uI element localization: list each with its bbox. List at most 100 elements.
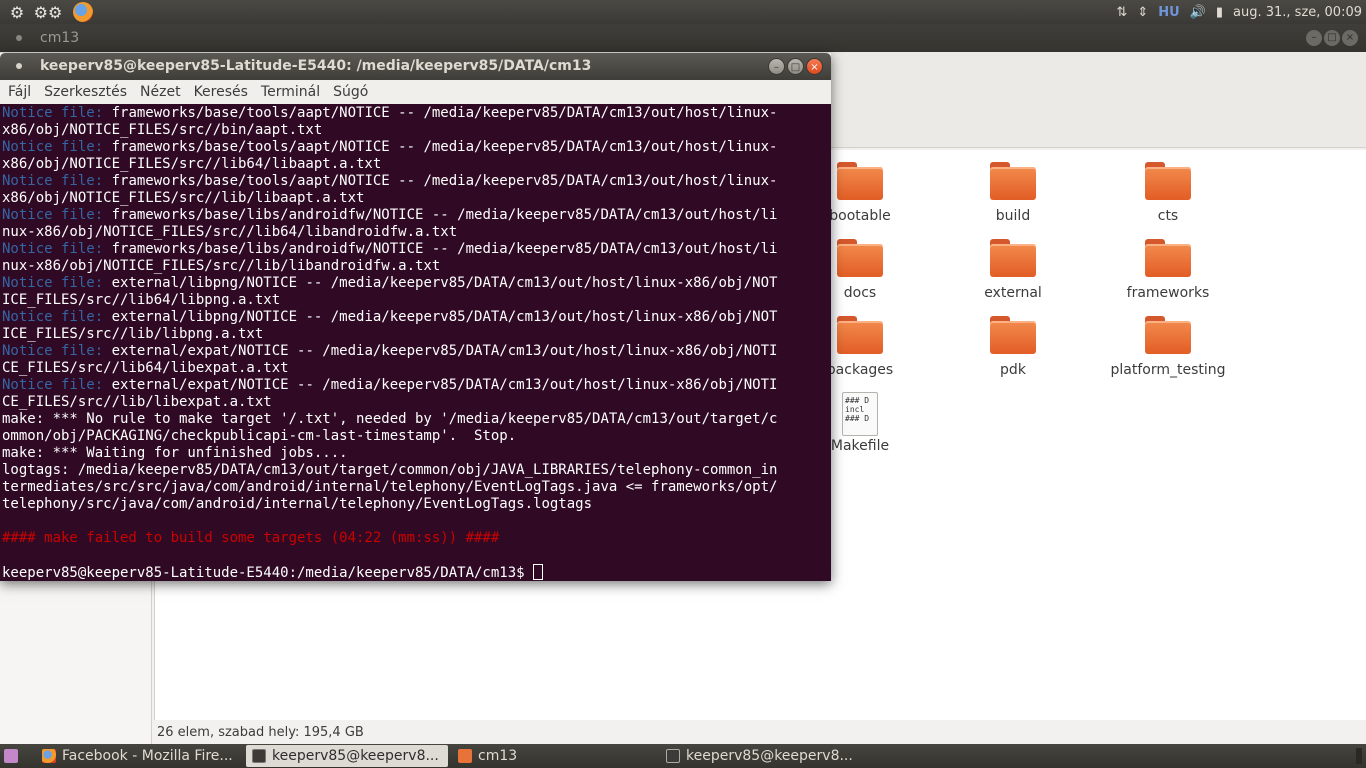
terminal-line: Notice file: frameworks/base/libs/androi…	[2, 207, 831, 224]
terminal-line: nux-x86/obj/NOTICE_FILES/src//lib/liband…	[2, 258, 831, 275]
task-label: cm13	[478, 748, 518, 764]
window-indicator-icon	[16, 35, 22, 41]
terminal-titlebar[interactable]: keeperv85@keeperv85-Latitude-E5440: /med…	[0, 53, 831, 80]
file-manager-title: cm13	[40, 30, 80, 46]
battery-icon[interactable]: ▮	[1216, 5, 1223, 20]
terminal-maximize-button[interactable]: □	[787, 58, 804, 75]
folder-icon	[1145, 239, 1191, 277]
ubuntu-menu-icon[interactable]: ⚙	[2, 0, 32, 24]
file-manager-status: 26 elem, szabad hely: 195,4 GB	[157, 725, 364, 740]
menu-terminal[interactable]: Terminál	[261, 84, 320, 100]
line-text: termediates/src/src/java/com/android/int…	[2, 479, 778, 495]
line-text: ICE_FILES/src//lib64/libpng.a.txt	[2, 292, 281, 308]
text-file-icon: ### D incl ### D	[842, 392, 878, 436]
terminal-line: logtags: /media/keeperv85/DATA/cm13/out/…	[2, 462, 831, 479]
menu-search[interactable]: Keresés	[194, 84, 248, 100]
task-firefox[interactable]: Facebook - Mozilla Fire...	[36, 745, 238, 767]
window-indicator-icon	[16, 63, 22, 69]
terminal-line: ommon/obj/PACKAGING/checkpublicapi-cm-la…	[2, 428, 831, 445]
line-text: frameworks/base/tools/aapt/NOTICE -- /me…	[103, 105, 778, 121]
line-text: frameworks/base/tools/aapt/NOTICE -- /me…	[103, 173, 778, 189]
folder-cts[interactable]: cts	[1093, 162, 1243, 236]
folder-icon	[837, 239, 883, 277]
notice-prefix: Notice file:	[2, 139, 104, 155]
fm-maximize-button[interactable]: □	[1324, 30, 1340, 46]
terminal-line: ICE_FILES/src//lib/libpng.a.txt	[2, 326, 831, 343]
terminal-line: Notice file: external/expat/NOTICE -- /m…	[2, 343, 831, 360]
line-text: CE_FILES/src//lib/libexpat.a.txt	[2, 394, 272, 410]
sound-icon[interactable]: 🔊	[1190, 5, 1206, 20]
line-text: telephony/src/java/com/android/internal/…	[2, 496, 593, 512]
menu-view[interactable]: Nézet	[140, 84, 181, 100]
line-text: frameworks/base/libs/androidfw/NOTICE --…	[103, 241, 778, 257]
settings-gear-icon[interactable]: ⚙⚙	[33, 0, 63, 24]
fm-minimize-button[interactable]: –	[1306, 30, 1322, 46]
folder-icon	[837, 316, 883, 354]
terminal-line: #### make failed to build some targets (…	[2, 530, 831, 547]
terminal-line: Notice file: external/expat/NOTICE -- /m…	[2, 377, 831, 394]
notice-prefix: Notice file:	[2, 173, 104, 189]
line-text: external/expat/NOTICE -- /media/keeperv8…	[103, 343, 778, 359]
keyboard-layout-indicator[interactable]: HU	[1158, 5, 1179, 20]
workspace-switcher[interactable]	[1356, 748, 1362, 764]
terminal-line: x86/obj/NOTICE_FILES/src//bin/aapt.txt	[2, 122, 831, 139]
file-manager-titlebar[interactable]: cm13 – □ ×	[0, 24, 1366, 52]
fm-close-button[interactable]: ×	[1342, 30, 1358, 46]
terminal-line: Notice file: frameworks/base/libs/androi…	[2, 241, 831, 258]
notice-prefix: Notice file:	[2, 105, 104, 121]
terminal-line: Notice file: frameworks/base/tools/aapt/…	[2, 173, 831, 190]
folder-pdk[interactable]: pdk	[938, 316, 1088, 390]
terminal-line: ICE_FILES/src//lib64/libpng.a.txt	[2, 292, 831, 309]
line-text: #### make failed to build some targets (…	[2, 530, 500, 546]
top-panel: ⚙ ⚙⚙ ⇅ ⇕ HU 🔊 ▮ aug. 31., sze, 00:09	[0, 0, 1366, 24]
terminal-line: nux-x86/obj/NOTICE_FILES/src//lib64/liba…	[2, 224, 831, 241]
line-text: x86/obj/NOTICE_FILES/src//bin/aapt.txt	[2, 122, 323, 138]
folder-frameworks[interactable]: frameworks	[1093, 239, 1243, 313]
folder-icon	[837, 162, 883, 200]
terminal-line: Notice file: external/libpng/NOTICE -- /…	[2, 309, 831, 326]
terminal-icon	[666, 749, 680, 763]
line-text: make: *** No rule to make target '/.txt'…	[2, 411, 778, 427]
folder-icon	[1145, 162, 1191, 200]
clock[interactable]: aug. 31., sze, 00:09	[1233, 5, 1362, 20]
line-text: external/libpng/NOTICE -- /media/keeperv…	[103, 309, 778, 325]
desktop-icon	[4, 749, 18, 763]
folder-icon	[990, 316, 1036, 354]
folder-platform-testing[interactable]: platform_testing	[1093, 316, 1243, 390]
sort-icon[interactable]: ⇅	[1116, 5, 1127, 20]
folder-icon	[990, 239, 1036, 277]
terminal-output[interactable]: Notice file: frameworks/base/tools/aapt/…	[0, 104, 831, 581]
terminal-prompt-line[interactable]: keeperv85@keeperv85-Latitude-E5440:/medi…	[2, 564, 831, 581]
line-text: frameworks/base/libs/androidfw/NOTICE --…	[103, 207, 778, 223]
folder-external[interactable]: external	[938, 239, 1088, 313]
terminal-line: x86/obj/NOTICE_FILES/src//lib64/libaapt.…	[2, 156, 831, 173]
terminal-minimize-button[interactable]: –	[768, 58, 785, 75]
firefox-icon	[42, 749, 56, 763]
line-text: nux-x86/obj/NOTICE_FILES/src//lib64/liba…	[2, 224, 458, 240]
terminal-line: make: *** Waiting for unfinished jobs...…	[2, 445, 831, 462]
folder-icon	[1145, 316, 1191, 354]
line-text: make: *** Waiting for unfinished jobs...…	[2, 445, 348, 461]
network-icon[interactable]: ⇕	[1137, 5, 1148, 20]
line-text: x86/obj/NOTICE_FILES/src//lib/libaapt.a.…	[2, 190, 365, 206]
terminal-line: x86/obj/NOTICE_FILES/src//lib/libaapt.a.…	[2, 190, 831, 207]
menu-file[interactable]: Fájl	[8, 84, 31, 100]
terminal-line: CE_FILES/src//lib/libexpat.a.txt	[2, 394, 831, 411]
terminal-line: CE_FILES/src//lib64/libexpat.a.txt	[2, 360, 831, 377]
line-text: nux-x86/obj/NOTICE_FILES/src//lib/liband…	[2, 258, 441, 274]
terminal-prompt: keeperv85@keeperv85-Latitude-E5440:/medi…	[2, 565, 534, 581]
task-terminal-active[interactable]: keeperv85@keeperv8...	[246, 745, 448, 767]
folder-build[interactable]: build	[938, 162, 1088, 236]
firefox-icon	[73, 2, 93, 22]
task-terminal-2[interactable]: keeperv85@keeperv8...	[660, 745, 862, 767]
show-desktop-button[interactable]	[0, 745, 24, 767]
task-label: keeperv85@keeperv8...	[272, 748, 439, 764]
task-file-manager[interactable]: cm13	[452, 745, 654, 767]
terminal-cursor	[533, 564, 544, 580]
menu-edit[interactable]: Szerkesztés	[44, 84, 127, 100]
terminal-close-button[interactable]: ×	[806, 58, 823, 75]
menu-help[interactable]: Súgó	[333, 84, 368, 100]
firefox-launcher[interactable]	[68, 0, 98, 24]
terminal-line: Notice file: frameworks/base/tools/aapt/…	[2, 105, 831, 122]
